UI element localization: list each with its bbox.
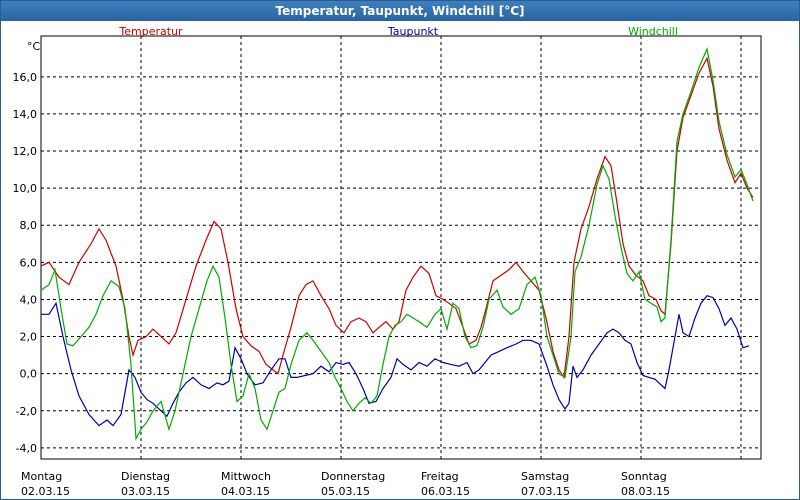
x-day-label: Freitag <box>421 470 459 483</box>
x-day-label: Samstag <box>521 470 569 483</box>
y-tick-label: 0,0 <box>20 368 38 381</box>
legend-entry-taupunkt: Taupunkt <box>387 25 439 38</box>
y-tick-label: 16,0 <box>13 71 38 84</box>
x-date-label: 06.03.15 <box>421 485 470 498</box>
y-tick-label: -2,0 <box>16 405 37 418</box>
line-chart: -4,0 -2,0 0,0 2,0 4,0 6,0 8,0 10,0 12,0 14,0 16,0 °… <box>13 25 762 498</box>
y-axis-unit: °C <box>27 40 41 53</box>
y-tick-label: 2,0 <box>20 331 38 344</box>
chart-window: Temperatur, Taupunkt, Windchill [°C] -4,… <box>0 0 800 500</box>
x-date-label: 08.03.15 <box>621 485 670 498</box>
legend-entry-windchill: Windchill <box>628 25 678 38</box>
window-title: Temperatur, Taupunkt, Windchill [°C] <box>1 1 799 21</box>
y-tick-label: 6,0 <box>20 256 38 269</box>
plot-frame <box>40 35 762 460</box>
y-tick-label: 12,0 <box>13 145 38 158</box>
x-date-label: 04.03.15 <box>221 485 270 498</box>
legend-entry-temperatur: Temperatur <box>118 25 183 38</box>
plot-area <box>40 35 762 460</box>
x-date-label: 02.03.15 <box>21 485 70 498</box>
x-date-label: 07.03.15 <box>521 485 570 498</box>
y-tick-label: 4,0 <box>20 293 38 306</box>
x-day-label: Mittwoch <box>221 470 271 483</box>
y-tick-label: 8,0 <box>20 219 38 232</box>
x-date-label: 05.03.15 <box>321 485 370 498</box>
y-tick-label: -4,0 <box>16 442 37 455</box>
x-day-label: Dienstag <box>121 470 170 483</box>
x-day-label: Montag <box>21 470 62 483</box>
y-tick-label: 14,0 <box>13 108 38 121</box>
y-tick-label: 10,0 <box>13 182 38 195</box>
x-day-label: Donnerstag <box>321 470 385 483</box>
x-day-label: Sonntag <box>621 470 667 483</box>
x-date-label: 03.03.15 <box>121 485 170 498</box>
